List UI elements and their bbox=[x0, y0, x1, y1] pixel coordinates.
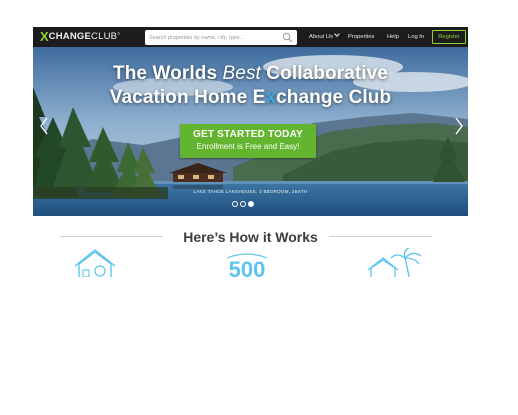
how-it-works-title: Here’s How it Works bbox=[183, 229, 318, 245]
property-search-box bbox=[145, 30, 297, 45]
search-input[interactable] bbox=[149, 31, 277, 44]
top-navbar: X CHANGE CLUB ® About Us Properties Help… bbox=[33, 27, 468, 47]
headline-x: x bbox=[265, 87, 277, 108]
logo-x: X bbox=[40, 29, 49, 44]
headline-1-start: The Worlds bbox=[113, 63, 223, 84]
headline-line-2: Vacation Home Exchange Club bbox=[33, 86, 468, 110]
get-started-label: GET STARTED TODAY bbox=[193, 129, 303, 140]
register-button[interactable]: Register bbox=[432, 30, 466, 44]
get-started-button[interactable]: GET STARTED TODAY Enrollment is Free and… bbox=[180, 124, 316, 158]
points-counter-icon: 500 bbox=[226, 253, 268, 277]
nav-help[interactable]: Help bbox=[387, 27, 399, 47]
chevron-right-icon[interactable] bbox=[454, 117, 464, 135]
divider-right bbox=[329, 236, 432, 237]
enrollment-note: Enrollment is Free and Easy! bbox=[196, 142, 300, 151]
website-screenshot: X CHANGE CLUB ® About Us Properties Help… bbox=[33, 27, 468, 277]
svg-text:500: 500 bbox=[229, 257, 266, 277]
vacation-house-palm-icon bbox=[367, 248, 422, 277]
logo-trademark: ® bbox=[117, 31, 121, 36]
chevron-left-icon[interactable] bbox=[39, 117, 49, 135]
headline-line-1: The Worlds Best Collaborative bbox=[33, 62, 468, 86]
headline-2-end: change Club bbox=[276, 87, 392, 108]
headline-best: Best bbox=[222, 63, 261, 84]
chevron-down-icon bbox=[334, 31, 340, 37]
carousel-dots bbox=[232, 201, 254, 207]
carousel-dot-1[interactable] bbox=[232, 201, 238, 207]
logo-club: CLUB bbox=[91, 31, 118, 42]
house-icon bbox=[74, 249, 116, 277]
how-it-works-header: Here’s How it Works bbox=[33, 226, 468, 248]
nav-about-us-label: About Us bbox=[309, 34, 333, 40]
search-icon[interactable] bbox=[282, 32, 293, 43]
headline-2-start: Vacation Home E bbox=[109, 87, 266, 108]
slide-caption: LAKE TAHOE LAKEHOUSE, 3 BEDROOM, 2BATH bbox=[193, 189, 308, 194]
hero-headline: The Worlds Best Collaborative Vacation H… bbox=[33, 62, 468, 110]
hero-carousel: The Worlds Best Collaborative Vacation H… bbox=[33, 47, 468, 216]
carousel-dot-2[interactable] bbox=[240, 201, 246, 207]
carousel-dot-3[interactable] bbox=[248, 201, 254, 207]
nav-about-us[interactable]: About Us bbox=[309, 27, 340, 47]
logo-change: CHANGE bbox=[48, 31, 92, 42]
xchangeclub-logo[interactable]: X CHANGE CLUB ® bbox=[40, 30, 120, 44]
nav-properties[interactable]: Properties bbox=[348, 27, 374, 47]
headline-1-end: Collaborative bbox=[260, 63, 388, 84]
nav-log-in[interactable]: Log In bbox=[408, 27, 424, 47]
